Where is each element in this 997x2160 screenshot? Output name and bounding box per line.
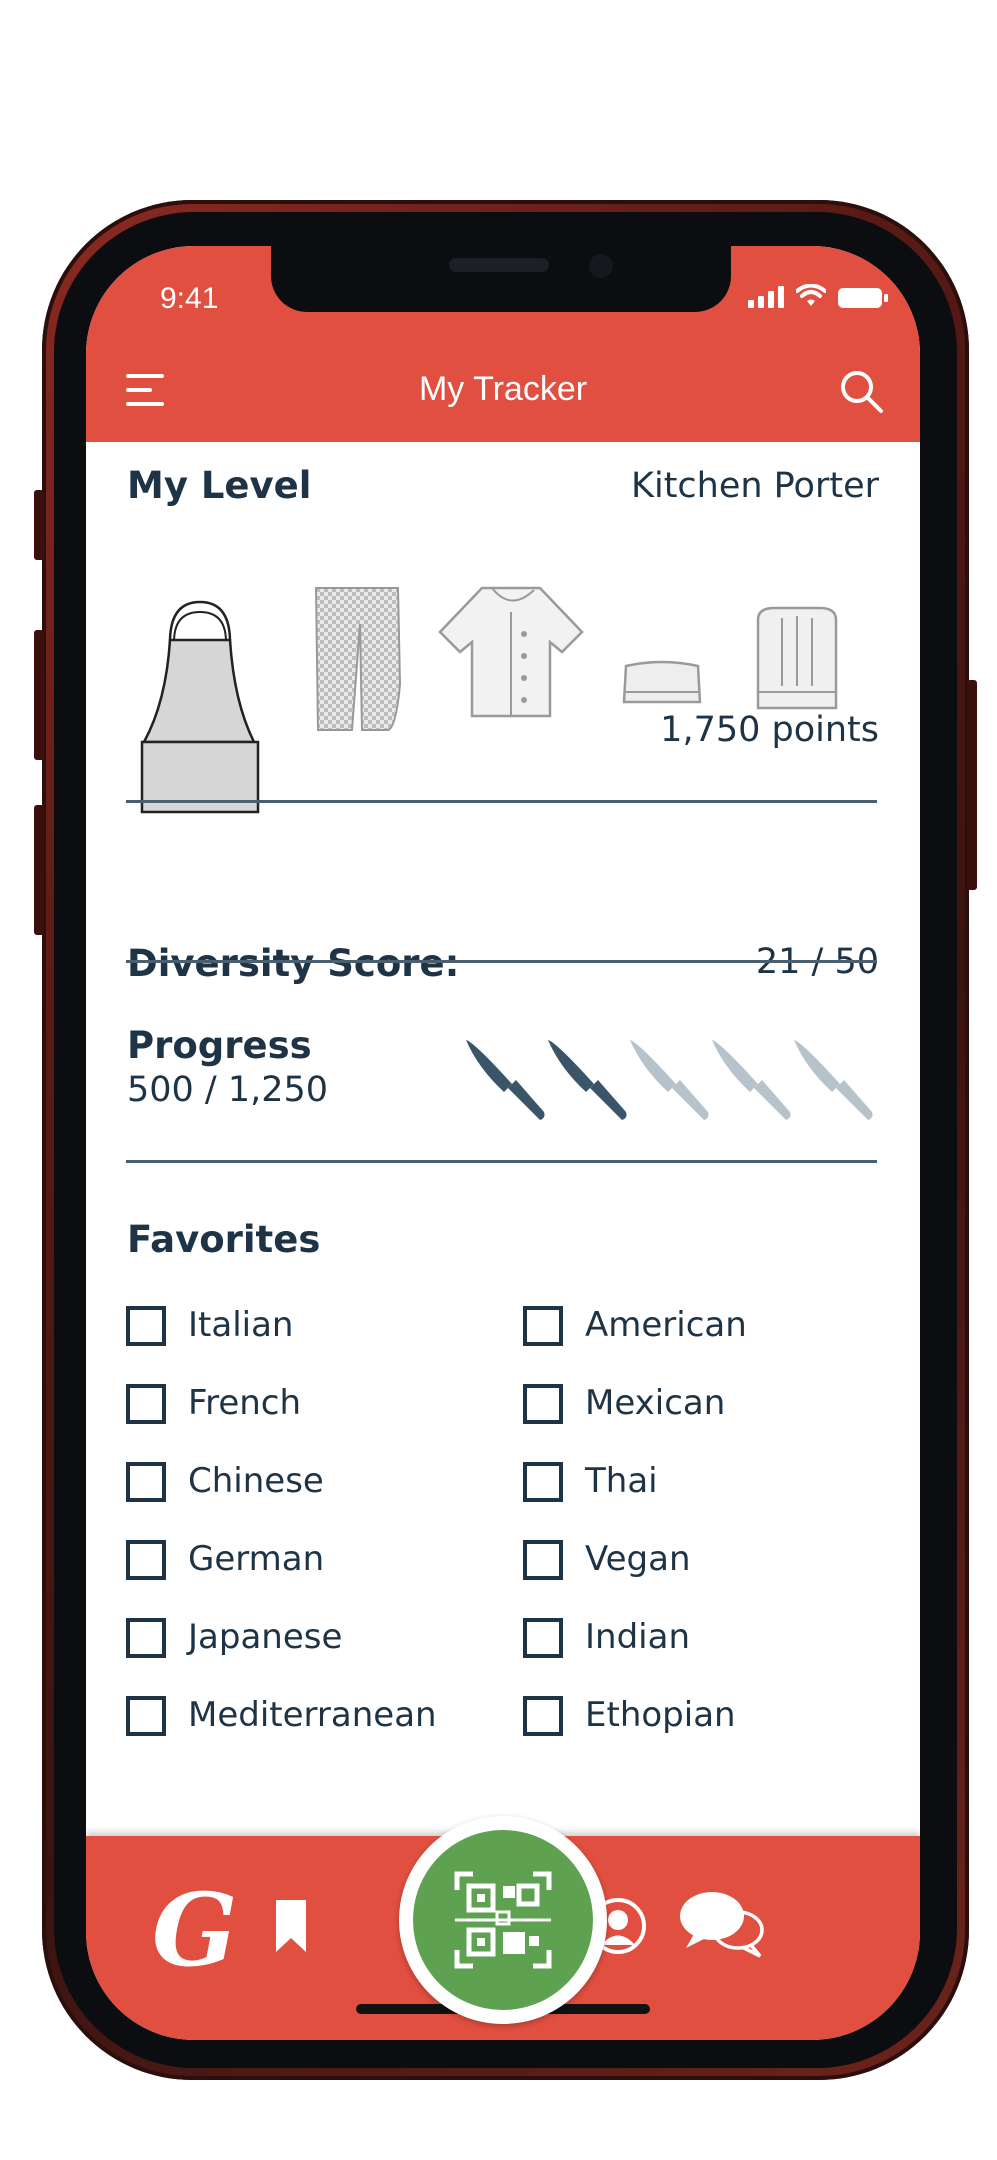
favorite-checkbox-german[interactable] xyxy=(126,1540,166,1580)
apron-icon xyxy=(140,600,260,814)
knife-empty-icon xyxy=(630,1040,709,1120)
favorite-label: Mediterranean xyxy=(188,1695,437,1735)
battery-icon xyxy=(838,288,888,308)
divider xyxy=(126,800,877,803)
level-value: Kitchen Porter xyxy=(631,466,879,506)
chef-toque-icon xyxy=(756,606,838,710)
knife-empty-icon xyxy=(794,1040,873,1120)
progress-value: 500 / 1,250 xyxy=(127,1070,329,1110)
favorite-label: Indian xyxy=(585,1617,690,1657)
favorite-checkbox-french[interactable] xyxy=(126,1384,166,1424)
stage: 9:41 My Tracker My Level Kitchen Porter … xyxy=(0,0,997,2160)
favorite-label: Ethopian xyxy=(585,1695,736,1735)
wifi-icon xyxy=(796,284,826,306)
side-button xyxy=(34,490,44,560)
diversity-title: Diversity Score: xyxy=(127,942,460,985)
qr-scan-button-inner xyxy=(413,1830,593,2010)
favorite-checkbox-mexican[interactable] xyxy=(523,1384,563,1424)
tracker-content: My Level Kitchen Porter 1,750 points Div… xyxy=(86,442,920,1736)
favorite-label: American xyxy=(585,1305,747,1345)
progress-title: Progress xyxy=(127,1024,312,1067)
status-icons xyxy=(748,284,888,308)
favorite-label: French xyxy=(188,1383,302,1423)
progress-knives xyxy=(464,1038,884,1128)
divider xyxy=(126,960,877,963)
favorite-checkbox-thai[interactable] xyxy=(523,1462,563,1502)
favorite-checkbox-italian[interactable] xyxy=(126,1306,166,1346)
camera xyxy=(589,254,613,278)
chef-jacket-icon xyxy=(438,586,584,718)
qr-scan-icon xyxy=(454,1871,552,1969)
knife-empty-icon xyxy=(712,1040,791,1120)
favorite-label: Italian xyxy=(188,1305,294,1345)
pants-icon xyxy=(314,587,402,731)
chat-icon[interactable] xyxy=(676,1886,768,1962)
top-bar: 9:41 My Tracker xyxy=(86,246,920,442)
favorite-label: Mexican xyxy=(585,1383,726,1423)
notch xyxy=(271,246,731,312)
level-title: My Level xyxy=(127,464,312,507)
status-time: 9:41 xyxy=(160,282,219,315)
favorite-checkbox-american[interactable] xyxy=(523,1306,563,1346)
side-button xyxy=(967,680,977,890)
knife-filled-icon xyxy=(466,1040,545,1120)
favorite-label: Vegan xyxy=(585,1539,691,1579)
signal-icon xyxy=(748,286,784,308)
favorite-label: Chinese xyxy=(188,1461,324,1501)
speaker xyxy=(449,258,549,272)
favorite-checkbox-vegan[interactable] xyxy=(523,1540,563,1580)
side-button xyxy=(34,805,44,935)
divider xyxy=(126,1160,877,1163)
favorite-label: Japanese xyxy=(188,1617,343,1657)
knife-filled-icon xyxy=(548,1040,627,1120)
app-screen: 9:41 My Tracker My Level Kitchen Porter … xyxy=(86,246,920,2040)
favorite-checkbox-mediterranean[interactable] xyxy=(126,1696,166,1736)
qr-scan-button[interactable] xyxy=(399,1816,607,2024)
favorite-label: Thai xyxy=(585,1461,658,1501)
side-button xyxy=(34,630,44,760)
favorite-checkbox-indian[interactable] xyxy=(523,1618,563,1658)
small-hat-icon xyxy=(622,660,702,704)
favorites-title: Favorites xyxy=(127,1218,321,1261)
bookmark-icon[interactable] xyxy=(274,1898,308,1954)
favorite-checkbox-japanese[interactable] xyxy=(126,1618,166,1658)
favorite-checkbox-chinese[interactable] xyxy=(126,1462,166,1502)
brand-logo[interactable]: G xyxy=(152,1880,237,1980)
page-title: My Tracker xyxy=(418,370,588,408)
level-points: 1,750 points xyxy=(660,710,879,750)
favorite-checkbox-ethopian[interactable] xyxy=(523,1696,563,1736)
favorite-label: German xyxy=(188,1539,325,1579)
search-icon[interactable] xyxy=(838,368,884,414)
